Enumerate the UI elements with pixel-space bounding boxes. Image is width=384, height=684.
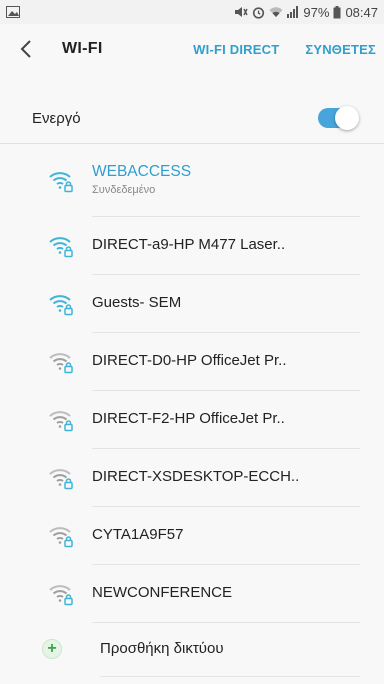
toggle-label: Ενεργό — [32, 109, 81, 127]
network-item[interactable]: Guests- SEM — [0, 274, 384, 333]
network-name: DIRECT-F2-HP OfficeJet Pr.. — [92, 410, 285, 427]
network-name: DIRECT-D0-HP OfficeJet Pr.. — [92, 352, 287, 369]
network-item[interactable]: CYTA1A9F57 — [0, 506, 384, 565]
add-network-label: Προσθήκη δικτύου — [100, 622, 360, 677]
network-list: WEBACCESS Συνδεδεμένο DIRECT-a9-HP M477 … — [0, 144, 384, 677]
status-bar: 97% 08:47 — [0, 0, 384, 24]
app-bar: WI-FI WI-FI DIRECT ΣΥΝΘΕΤΕΣ — [0, 24, 384, 74]
battery-icon — [333, 5, 341, 19]
clock: 08:47 — [345, 4, 378, 20]
network-name: DIRECT-a9-HP M477 Laser.. — [92, 236, 286, 253]
wifi-direct-button[interactable]: WI-FI DIRECT — [193, 42, 279, 57]
add-network-button[interactable]: + Προσθήκη δικτύου — [0, 622, 384, 677]
mute-icon — [234, 6, 249, 18]
page-title: WI-FI — [62, 40, 103, 57]
wifi-lock-icon — [49, 585, 73, 606]
network-status: Συνδεδεμένο — [92, 184, 156, 196]
wifi-lock-icon — [49, 353, 73, 374]
network-item[interactable]: DIRECT-D0-HP OfficeJet Pr.. — [0, 332, 384, 391]
image-icon — [6, 6, 20, 18]
wifi-icon — [269, 6, 283, 18]
network-name: NEWCONFERENCE — [92, 584, 233, 601]
network-item[interactable]: NEWCONFERENCE — [0, 564, 384, 623]
wifi-lock-icon — [49, 527, 73, 548]
network-item[interactable]: DIRECT-a9-HP M477 Laser.. — [0, 216, 384, 275]
network-name: Guests- SEM — [92, 294, 182, 311]
switch-knob — [335, 106, 359, 130]
wifi-toggle-row[interactable]: Ενεργό — [0, 96, 384, 140]
wifi-switch[interactable] — [318, 106, 359, 130]
plus-icon: + — [42, 639, 62, 659]
alarm-icon — [252, 6, 265, 19]
wifi-lock-icon — [49, 411, 73, 432]
back-arrow-icon[interactable] — [20, 38, 42, 60]
wifi-lock-icon — [49, 469, 73, 490]
signal-icon — [287, 6, 299, 18]
advanced-button[interactable]: ΣΥΝΘΕΤΕΣ — [305, 42, 376, 57]
battery-percent: 97% — [303, 4, 330, 20]
wifi-lock-icon — [49, 295, 73, 316]
wifi-lock-icon — [49, 172, 73, 193]
network-item[interactable]: DIRECT-F2-HP OfficeJet Pr.. — [0, 390, 384, 449]
network-item[interactable]: WEBACCESS Συνδεδεμένο — [0, 144, 384, 217]
network-name: WEBACCESS — [92, 163, 192, 180]
network-name: CYTA1A9F57 — [92, 526, 184, 543]
wifi-lock-icon — [49, 237, 73, 258]
network-item[interactable]: DIRECT-XSDESKTOP-ECCH.. — [0, 448, 384, 507]
network-name: DIRECT-XSDESKTOP-ECCH.. — [92, 468, 300, 485]
